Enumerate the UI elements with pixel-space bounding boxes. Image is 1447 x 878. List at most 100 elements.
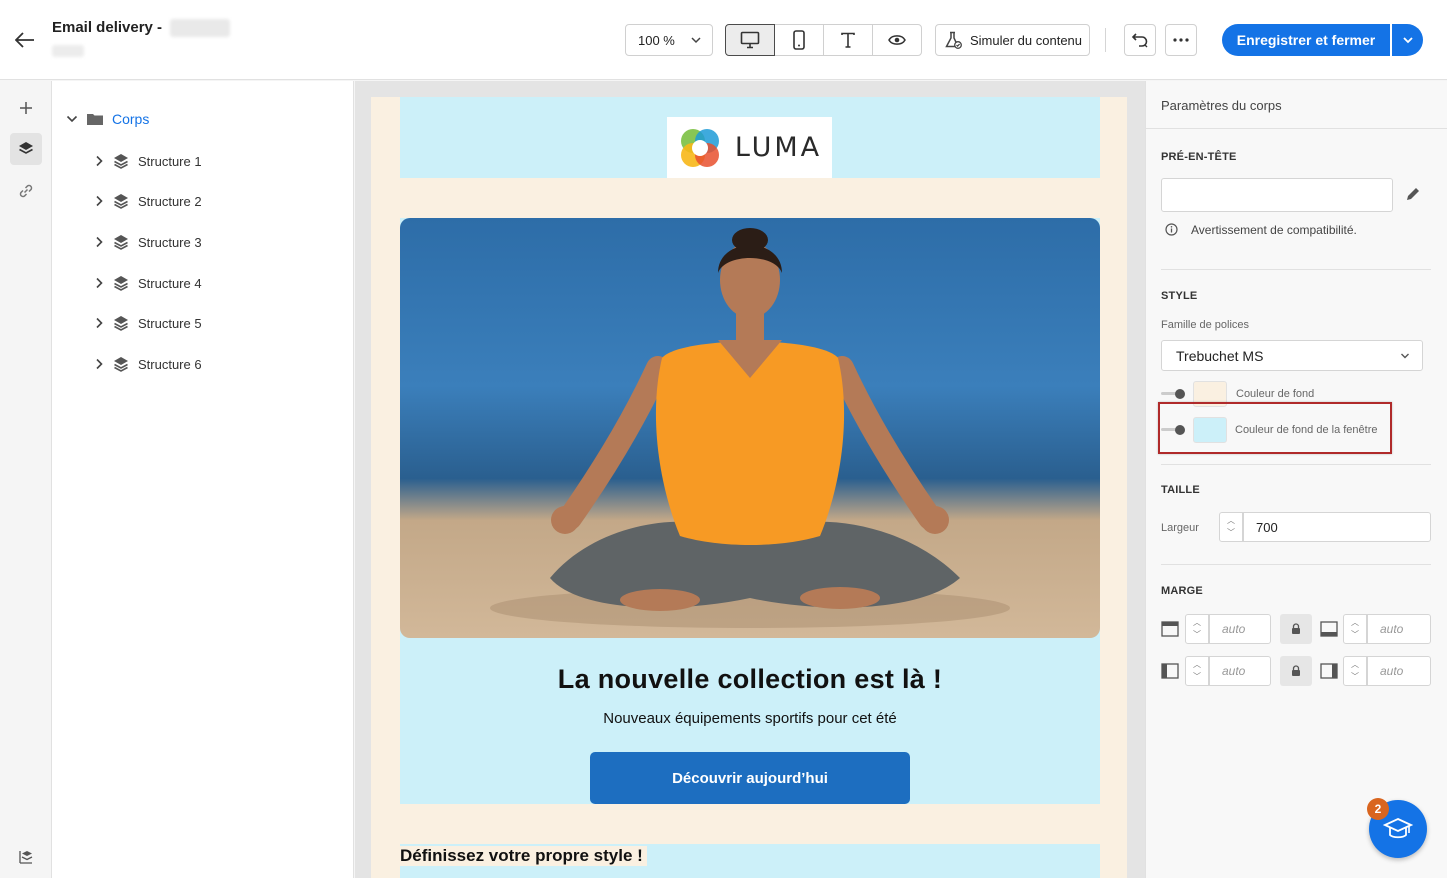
layers-icon xyxy=(114,154,128,169)
hero-block[interactable]: La nouvelle collection est là ! Nouveaux… xyxy=(400,218,1100,804)
style-block-title[interactable]: Définissez votre propre style ! xyxy=(400,846,647,866)
meditating-woman-image xyxy=(490,228,1010,628)
tree-item-structure-1[interactable]: Structure 1 xyxy=(94,152,202,170)
margin-vertical-lock[interactable] xyxy=(1280,614,1312,644)
layers-settings-icon xyxy=(19,851,33,864)
layers-settings-button[interactable] xyxy=(10,841,42,873)
zoom-select[interactable]: 100 % xyxy=(625,24,713,56)
logo-text: LUMA xyxy=(734,132,823,163)
margin-bottom-input[interactable]: auto xyxy=(1367,614,1431,644)
text-view-button[interactable] xyxy=(823,24,873,56)
email-canvas[interactable]: LUMA La nouvelle collection est là ! Nou… xyxy=(355,81,1145,878)
mobile-view-button[interactable] xyxy=(774,24,824,56)
zoom-value: 100 % xyxy=(638,32,675,48)
chevron-right-icon[interactable] xyxy=(94,358,104,370)
view-mode-group xyxy=(725,24,922,56)
margin-bottom-icon xyxy=(1320,621,1338,642)
window-background-toggle[interactable] xyxy=(1161,423,1187,437)
tree-item-structure-5[interactable]: Structure 5 xyxy=(94,314,202,332)
preheader-label: PRÉ-EN-TÊTE xyxy=(1161,151,1237,163)
style-block[interactable]: Définissez votre propre style ! xyxy=(400,844,1100,878)
save-options-dropdown[interactable] xyxy=(1392,24,1423,56)
tree-item-structure-6[interactable]: Structure 6 xyxy=(94,355,202,373)
graduation-cap-icon xyxy=(1383,818,1413,839)
margin-horizontal-lock[interactable] xyxy=(1280,656,1312,686)
luma-logo[interactable]: LUMA xyxy=(667,117,832,178)
chevron-right-icon[interactable] xyxy=(94,195,104,207)
save-and-close-button[interactable]: Enregistrer et fermer xyxy=(1222,24,1390,56)
tree-item-label: Structure 4 xyxy=(138,275,202,291)
link-icon xyxy=(19,184,33,198)
layers-icon xyxy=(114,276,128,291)
compatibility-warning: Avertissement de compatibilité. xyxy=(1191,223,1357,237)
margin-top-input[interactable]: auto xyxy=(1209,614,1271,644)
margin-left-input[interactable]: auto xyxy=(1209,656,1271,686)
undo-icon xyxy=(1131,33,1148,48)
tree-item-structure-3[interactable]: Structure 3 xyxy=(94,233,202,251)
margin-left-icon xyxy=(1161,663,1179,684)
email-headline[interactable]: La nouvelle collection est là ! xyxy=(400,664,1100,695)
chevron-right-icon[interactable] xyxy=(94,236,104,248)
navigation-tree-button[interactable] xyxy=(10,133,42,165)
margin-label: MARGE xyxy=(1161,585,1203,597)
tree-root-corps[interactable]: Corps xyxy=(66,111,149,127)
tree-root-label: Corps xyxy=(112,111,150,127)
size-label: TAILLE xyxy=(1161,484,1200,496)
desktop-icon xyxy=(740,31,760,49)
redacted-subtitle xyxy=(52,45,84,57)
font-family-value: Trebuchet MS xyxy=(1176,347,1264,364)
tree-item-label: Structure 2 xyxy=(138,193,202,209)
width-input[interactable]: 700 xyxy=(1243,512,1431,542)
page-title: Email delivery - xyxy=(52,19,231,38)
margin-right-stepper[interactable]: ︿ ﹀ xyxy=(1343,656,1367,686)
discover-today-button[interactable]: Découvrir aujourd’hui xyxy=(590,752,910,804)
redacted-name xyxy=(170,19,231,38)
margin-bottom-stepper[interactable]: ︿ ﹀ xyxy=(1343,614,1367,644)
logo-block[interactable]: LUMA xyxy=(400,97,1100,178)
panel-title: Paramètres du corps xyxy=(1161,98,1282,113)
email-body[interactable]: LUMA La nouvelle collection est là ! Nou… xyxy=(371,97,1127,878)
tree-item-structure-4[interactable]: Structure 4 xyxy=(94,274,202,292)
simulate-label: Simuler du contenu xyxy=(970,32,1083,48)
add-component-button[interactable] xyxy=(10,92,42,124)
margin-right-input[interactable]: auto xyxy=(1367,656,1431,686)
email-subline[interactable]: Nouveaux équipements sportifs pour cet é… xyxy=(400,710,1100,727)
window-background-label: Couleur de fond de la fenêtre xyxy=(1235,424,1378,436)
window-background-swatch[interactable] xyxy=(1193,417,1227,443)
back-arrow-icon[interactable] xyxy=(12,28,38,52)
chevron-right-icon[interactable] xyxy=(94,317,104,329)
tree-item-structure-2[interactable]: Structure 2 xyxy=(94,192,202,210)
chevron-down-icon[interactable] xyxy=(66,113,78,125)
layers-icon xyxy=(114,235,128,250)
chevron-right-icon[interactable] xyxy=(94,155,104,167)
preheader-input[interactable] xyxy=(1161,178,1393,212)
width-label: Largeur xyxy=(1161,522,1199,534)
simulate-content-button[interactable]: Simuler du contenu xyxy=(935,24,1090,56)
margin-top-icon xyxy=(1161,621,1179,642)
margin-left-stepper[interactable]: ︿ ﹀ xyxy=(1185,656,1209,686)
links-button[interactable] xyxy=(10,175,42,207)
hero-image[interactable] xyxy=(400,218,1100,638)
tree-item-label: Structure 1 xyxy=(138,153,202,169)
undo-button[interactable] xyxy=(1124,24,1156,56)
more-options-button[interactable] xyxy=(1165,24,1197,56)
background-color-label: Couleur de fond xyxy=(1236,388,1315,400)
width-stepper[interactable]: ︿ ﹀ xyxy=(1219,512,1243,542)
pencil-icon[interactable] xyxy=(1405,186,1421,207)
layers-icon xyxy=(114,357,128,372)
chevron-right-icon[interactable] xyxy=(94,277,104,289)
text-icon xyxy=(841,32,855,48)
margin-right-icon xyxy=(1320,663,1338,684)
desktop-view-button[interactable] xyxy=(725,24,775,56)
lock-icon xyxy=(1292,623,1300,634)
preview-button[interactable] xyxy=(872,24,922,56)
background-color-toggle[interactable] xyxy=(1161,387,1187,401)
margin-top-stepper[interactable]: ︿ ﹀ xyxy=(1185,614,1209,644)
chevron-down-icon xyxy=(691,37,701,44)
body-settings-panel: Paramètres du corps PRÉ-EN-TÊTE Avertiss… xyxy=(1145,81,1447,878)
lock-icon xyxy=(1292,665,1300,676)
layers-icon xyxy=(114,194,128,209)
folder-icon xyxy=(87,114,103,125)
font-family-label: Famille de polices xyxy=(1161,319,1250,331)
font-family-select[interactable]: Trebuchet MS xyxy=(1161,340,1423,371)
